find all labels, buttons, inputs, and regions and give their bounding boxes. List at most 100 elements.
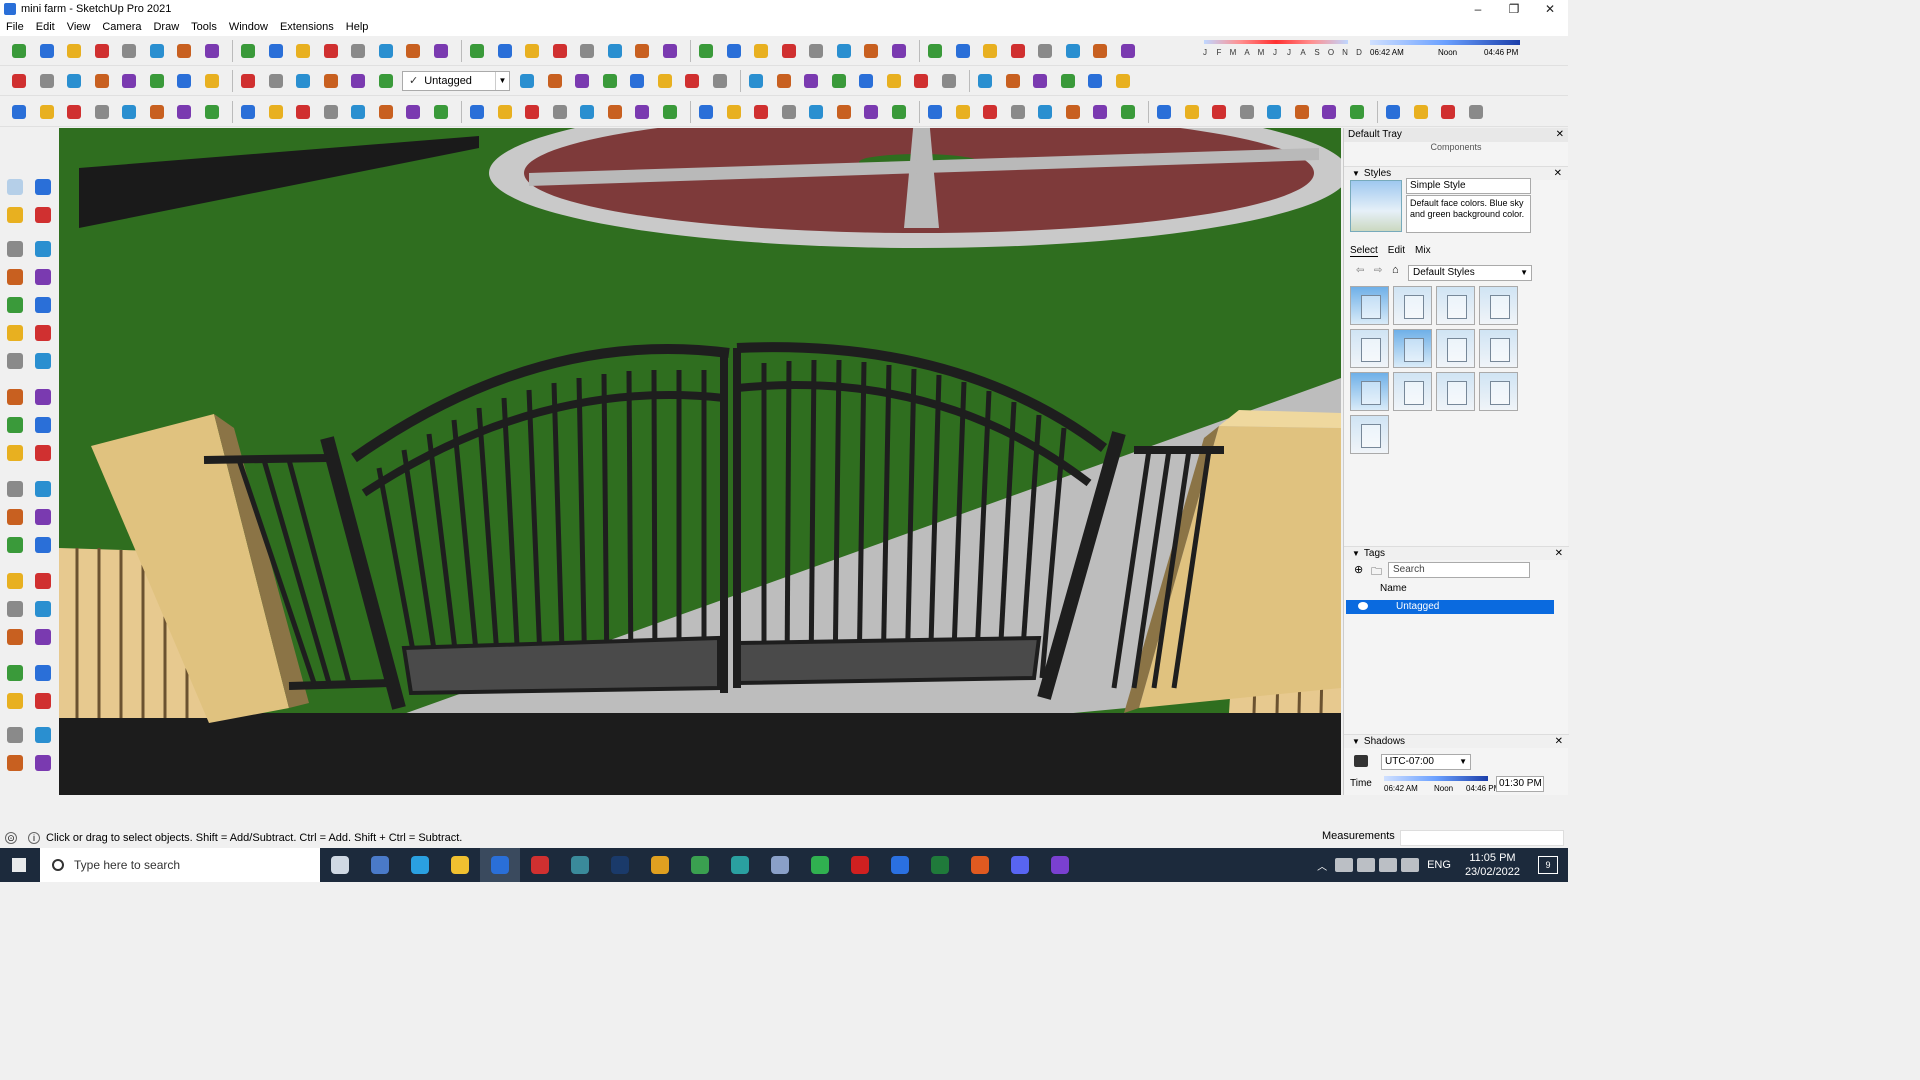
toolbar-tool-icon[interactable] bbox=[952, 40, 974, 62]
toolbar-tool-icon[interactable] bbox=[1007, 101, 1029, 123]
app-icon[interactable] bbox=[720, 848, 760, 882]
geo-location-icon[interactable]: ⊙ bbox=[5, 832, 17, 844]
toolbar-tool-icon[interactable] bbox=[924, 40, 946, 62]
volume-icon[interactable] bbox=[1401, 858, 1420, 872]
toolbar-tool-icon[interactable] bbox=[521, 101, 543, 123]
windows-start-button[interactable] bbox=[0, 848, 40, 882]
toolbar-tool-icon[interactable] bbox=[402, 40, 424, 62]
shadows-section-header[interactable]: ▼ Shadows ✕ bbox=[1344, 734, 1569, 748]
time-slider[interactable] bbox=[1384, 776, 1488, 781]
drawing-tool-icon[interactable] bbox=[32, 414, 54, 436]
toolbar-tool-icon[interactable] bbox=[979, 101, 1001, 123]
drawing-tool-icon[interactable] bbox=[4, 752, 26, 774]
drawing-tool-icon[interactable] bbox=[32, 752, 54, 774]
style-thumbnail-option[interactable] bbox=[1393, 329, 1432, 368]
drawing-tool-icon[interactable] bbox=[4, 350, 26, 372]
menu-file[interactable]: File bbox=[0, 21, 30, 33]
drawing-tool-icon[interactable] bbox=[4, 266, 26, 288]
drawing-tool-icon[interactable] bbox=[32, 322, 54, 344]
toolbar-tool-icon[interactable] bbox=[146, 70, 168, 92]
drawing-tool-icon[interactable] bbox=[4, 662, 26, 684]
home-icon[interactable]: ⌂ bbox=[1392, 264, 1399, 276]
toolbar-tool-icon[interactable] bbox=[723, 101, 745, 123]
toolbar-tool-icon[interactable] bbox=[292, 101, 314, 123]
toolbar-tool-icon[interactable] bbox=[91, 40, 113, 62]
app-icon[interactable] bbox=[560, 848, 600, 882]
drawing-tool-icon[interactable] bbox=[4, 294, 26, 316]
toolbar-tool-icon[interactable] bbox=[659, 40, 681, 62]
toolbar-tool-icon[interactable] bbox=[910, 70, 932, 92]
toolbar-tool-icon[interactable] bbox=[201, 70, 223, 92]
toolbar-tool-icon[interactable] bbox=[494, 101, 516, 123]
drawing-tool-icon[interactable] bbox=[4, 506, 26, 528]
toolbar-tool-icon[interactable] bbox=[430, 40, 452, 62]
menu-extensions[interactable]: Extensions bbox=[274, 21, 340, 33]
toolbar-tool-icon[interactable] bbox=[800, 70, 822, 92]
toolbar-tool-icon[interactable] bbox=[320, 101, 342, 123]
toolbar-tool-icon[interactable] bbox=[375, 40, 397, 62]
drawing-tool-icon[interactable] bbox=[32, 570, 54, 592]
notifications-icon[interactable]: 9 bbox=[1538, 856, 1558, 874]
toolbar-tool-icon[interactable] bbox=[521, 40, 543, 62]
toolbar-tool-icon[interactable] bbox=[1002, 70, 1024, 92]
toolbar-tool-icon[interactable] bbox=[375, 70, 397, 92]
timezone-select[interactable]: UTC-07:00 ▼ bbox=[1381, 754, 1471, 770]
tags-column-name[interactable]: Name bbox=[1380, 583, 1407, 594]
menu-view[interactable]: View bbox=[61, 21, 97, 33]
toolbar-tool-icon[interactable] bbox=[146, 101, 168, 123]
drawing-tool-icon[interactable] bbox=[32, 690, 54, 712]
toolbar-tool-icon[interactable] bbox=[659, 101, 681, 123]
toolbar-tool-icon[interactable] bbox=[237, 40, 259, 62]
wifi-icon[interactable] bbox=[1379, 858, 1398, 872]
style-thumbnail-option[interactable] bbox=[1350, 329, 1389, 368]
app-icon[interactable] bbox=[960, 848, 1000, 882]
toolbar-tool-icon[interactable] bbox=[860, 40, 882, 62]
drawing-tool-icon[interactable] bbox=[4, 478, 26, 500]
whatsapp-icon[interactable] bbox=[800, 848, 840, 882]
toolbar-tool-icon[interactable] bbox=[778, 40, 800, 62]
time-value-input[interactable]: 01:30 PM bbox=[1496, 776, 1544, 792]
toolbar-tool-icon[interactable] bbox=[1007, 40, 1029, 62]
drawing-tool-icon[interactable] bbox=[32, 724, 54, 746]
toolbar-tool-icon[interactable] bbox=[237, 101, 259, 123]
drawing-tool-icon[interactable] bbox=[4, 534, 26, 556]
toolbar-tool-icon[interactable] bbox=[1236, 101, 1258, 123]
toolbar-tool-icon[interactable] bbox=[36, 40, 58, 62]
toolbar-tool-icon[interactable] bbox=[320, 70, 342, 92]
toolbar-tool-icon[interactable] bbox=[1181, 101, 1203, 123]
menu-camera[interactable]: Camera bbox=[96, 21, 147, 33]
toolbar-tool-icon[interactable] bbox=[146, 40, 168, 62]
toolbar-tool-icon[interactable] bbox=[1291, 101, 1313, 123]
toolbar-tool-icon[interactable] bbox=[681, 70, 703, 92]
toolbar-tool-icon[interactable] bbox=[805, 101, 827, 123]
add-tag-icon[interactable]: ⊕ bbox=[1354, 563, 1363, 576]
toolbar-tool-icon[interactable] bbox=[1346, 101, 1368, 123]
toolbar-tool-icon[interactable] bbox=[516, 70, 538, 92]
drawing-tool-icon[interactable] bbox=[4, 724, 26, 746]
drawing-tool-icon[interactable] bbox=[32, 506, 54, 528]
drawing-tool-icon[interactable] bbox=[32, 266, 54, 288]
drawing-tool-icon[interactable] bbox=[32, 662, 54, 684]
toolbar-tool-icon[interactable] bbox=[750, 40, 772, 62]
toolbar-tool-icon[interactable] bbox=[1410, 101, 1432, 123]
toolbar-tool-icon[interactable] bbox=[466, 40, 488, 62]
drawing-tool-icon[interactable] bbox=[4, 598, 26, 620]
toolbar-tool-icon[interactable] bbox=[36, 70, 58, 92]
back-arrow-icon[interactable]: ⇦ bbox=[1356, 265, 1364, 276]
toolbar-tool-icon[interactable] bbox=[549, 40, 571, 62]
tags-search-input[interactable]: Search bbox=[1388, 562, 1530, 578]
toolbar-tool-icon[interactable] bbox=[292, 40, 314, 62]
opera-icon[interactable] bbox=[840, 848, 880, 882]
style-thumbnail-option[interactable] bbox=[1436, 329, 1475, 368]
toolbar-tool-icon[interactable] bbox=[745, 70, 767, 92]
toolbar-tool-icon[interactable] bbox=[695, 101, 717, 123]
toolbar-tool-icon[interactable] bbox=[265, 101, 287, 123]
measurements-input[interactable] bbox=[1400, 830, 1564, 846]
edge-icon[interactable] bbox=[400, 848, 440, 882]
toolbar-tool-icon[interactable] bbox=[1089, 101, 1111, 123]
drawing-tool-icon[interactable] bbox=[32, 534, 54, 556]
toolbar-tool-icon[interactable] bbox=[1062, 101, 1084, 123]
taskbar-search-box[interactable]: Type here to search bbox=[40, 848, 320, 882]
battery-icon[interactable] bbox=[1357, 858, 1376, 872]
toolbar-tool-icon[interactable] bbox=[855, 70, 877, 92]
